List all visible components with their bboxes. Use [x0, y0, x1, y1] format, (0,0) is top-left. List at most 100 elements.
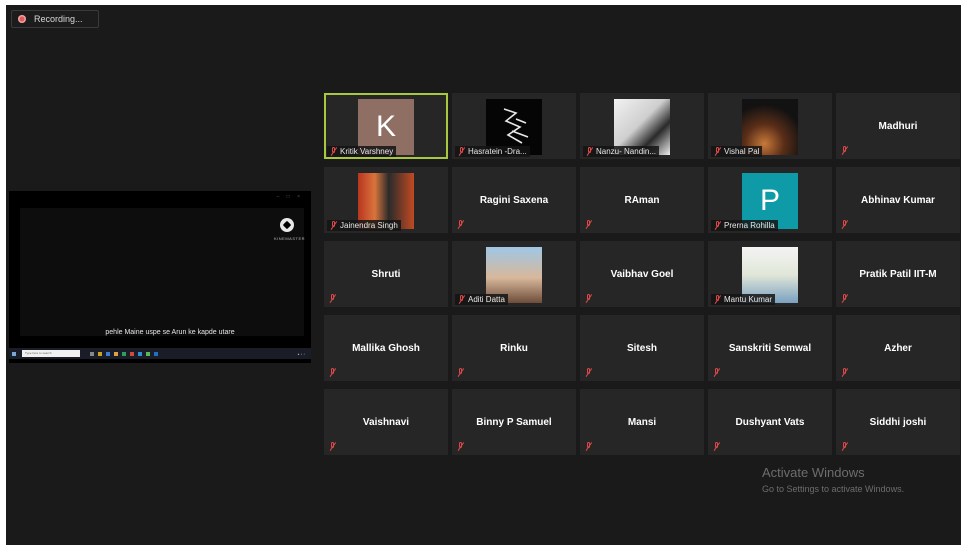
mic-muted-icon [841, 442, 849, 451]
participant-name: Shruti [371, 269, 401, 280]
participant-name: Vaibhav Goel [610, 269, 674, 280]
participant-tile-mallika-ghosh[interactable]: Mallika Ghosh [324, 315, 448, 381]
mic-muted-icon [714, 221, 722, 230]
participant-name: Mallika Ghosh [352, 343, 420, 354]
mic-muted-icon [841, 220, 849, 229]
participant-name: Nanzu- Nandin... [596, 147, 657, 156]
participant-tile-binny-p-samuel[interactable]: Binny P Samuel [452, 389, 576, 455]
mic-muted-icon [457, 368, 465, 377]
mic-muted-icon [585, 368, 593, 377]
participant-name-label: Kritik Varshney [327, 146, 397, 157]
participant-tile-siddhi-joshi[interactable]: Siddhi joshi [836, 389, 960, 455]
participant-name: Mansi [627, 417, 657, 428]
mic-muted-icon [714, 147, 722, 156]
participant-tile-mansi[interactable]: Mansi [580, 389, 704, 455]
mic-muted-icon [457, 442, 465, 451]
participant-name: RAman [624, 195, 660, 206]
mic-muted-icon [714, 295, 722, 304]
participant-name-label: Prerna Rohilla [711, 220, 778, 231]
mic-muted-icon [713, 442, 721, 451]
recording-label: Recording... [34, 14, 83, 24]
participant-name: Sitesh [626, 343, 657, 354]
mic-muted-icon [458, 147, 466, 156]
mic-muted-icon [330, 147, 338, 156]
participant-tile-dushyant-vats[interactable]: Dushyant Vats [708, 389, 832, 455]
participant-name: Rinku [500, 343, 528, 354]
taskbar-app-icons [90, 351, 162, 356]
participant-name-label: Aditi Datta [455, 294, 508, 305]
mic-muted-icon [585, 442, 593, 451]
participant-tile-kritik-varshney[interactable]: K Kritik Varshney [324, 93, 448, 159]
mic-muted-icon [457, 220, 465, 229]
participant-tile-mantu-kumar[interactable]: Mantu Kumar [708, 241, 832, 307]
participant-tile-sitesh[interactable]: Sitesh [580, 315, 704, 381]
activate-windows-title: Activate Windows [762, 465, 865, 480]
mic-muted-icon [330, 221, 338, 230]
participant-name: Ragini Saxena [479, 195, 549, 206]
windows-start-icon [12, 351, 16, 356]
participant-tile-sanskriti-semwal[interactable]: Sanskriti Semwal [708, 315, 832, 381]
mic-muted-icon [841, 146, 849, 155]
participant-tile-azher[interactable]: Azher [836, 315, 960, 381]
participant-name: Azher [884, 343, 912, 354]
participant-name: Vaishnavi [362, 417, 410, 428]
participant-name: Kritik Varshney [340, 147, 394, 156]
mic-muted-icon [713, 368, 721, 377]
participant-name: Madhuri [878, 121, 918, 132]
participant-name: Mantu Kumar [724, 295, 773, 304]
activate-windows-subtitle: Go to Settings to activate Windows. [762, 484, 905, 494]
meeting-window: Recording... – □ × KINEMASTER pehle Main… [6, 5, 961, 545]
participant-name: Aditi Datta [468, 295, 505, 304]
participant-name-label: Hasratein -Dra... [455, 146, 530, 157]
participant-name: Siddhi joshi [869, 417, 927, 428]
participant-name-label: Jainendra Singh [327, 220, 401, 231]
participant-tile-vaibhav-goel[interactable]: Vaibhav Goel [580, 241, 704, 307]
participant-tile-vaishnavi[interactable]: Vaishnavi [324, 389, 448, 455]
shared-taskbar: Type here to search ▲ ◐ ♪ [9, 348, 311, 359]
participant-name-label: Vishal Pal [711, 146, 763, 157]
participant-tile-abhinav-kumar[interactable]: Abhinav Kumar [836, 167, 960, 233]
participant-name-label: Nanzu- Nandin... [583, 146, 660, 157]
mic-muted-icon [585, 220, 593, 229]
mic-muted-icon [586, 147, 594, 156]
participant-tile-hasratein-dra[interactable]: Hasratein -Dra... [452, 93, 576, 159]
participant-tile-aditi-datta[interactable]: Aditi Datta [452, 241, 576, 307]
participant-tile-vishal-pal[interactable]: Vishal Pal [708, 93, 832, 159]
video-subtitle: pehle Maine uspe se Arun ke kapde utare [105, 329, 235, 336]
kinemaster-logo-icon [280, 218, 294, 232]
mic-muted-icon [329, 442, 337, 451]
participant-tile-prerna-rohilla[interactable]: P Prerna Rohilla [708, 167, 832, 233]
shared-screen[interactable]: – □ × KINEMASTER pehle Maine uspe se Aru… [9, 191, 311, 363]
participant-tile-rinku[interactable]: Rinku [452, 315, 576, 381]
participant-name: Pratik Patil IIT-M [859, 269, 937, 280]
participant-tile-shruti[interactable]: Shruti [324, 241, 448, 307]
participant-tile-nanzu-nandin[interactable]: Nanzu- Nandin... [580, 93, 704, 159]
participant-tile-raman[interactable]: RAman [580, 167, 704, 233]
participant-tile-jainendra-singh[interactable]: Jainendra Singh [324, 167, 448, 233]
participant-name: Jainendra Singh [340, 221, 398, 230]
participant-name: Binny P Samuel [476, 417, 552, 428]
participant-tile-madhuri[interactable]: Madhuri [836, 93, 960, 159]
taskbar-search: Type here to search [22, 350, 80, 357]
mic-muted-icon [458, 295, 466, 304]
participant-name-label: Mantu Kumar [711, 294, 776, 305]
record-icon [18, 15, 26, 23]
mic-muted-icon [585, 294, 593, 303]
mic-muted-icon [841, 294, 849, 303]
shared-video-area: KINEMASTER pehle Maine uspe se Arun ke k… [20, 208, 306, 336]
participant-name: Prerna Rohilla [724, 221, 775, 230]
participant-tile-pratik-patil-iit-m[interactable]: Pratik Patil IIT-M [836, 241, 960, 307]
participant-name: Vishal Pal [724, 147, 760, 156]
participant-name: Hasratein -Dra... [468, 147, 527, 156]
kinemaster-logo-text: KINEMASTER [274, 236, 306, 241]
mic-muted-icon [841, 368, 849, 377]
participant-name: Dushyant Vats [735, 417, 805, 428]
participant-name: Abhinav Kumar [861, 195, 935, 206]
system-tray: ▲ ◐ ♪ [297, 351, 305, 356]
recording-indicator[interactable]: Recording... [11, 10, 99, 28]
mic-muted-icon [329, 294, 337, 303]
participant-name: Sanskriti Semwal [728, 343, 812, 354]
participant-tile-ragini-saxena[interactable]: Ragini Saxena [452, 167, 576, 233]
window-controls: – □ × [276, 194, 303, 200]
mic-muted-icon [329, 368, 337, 377]
